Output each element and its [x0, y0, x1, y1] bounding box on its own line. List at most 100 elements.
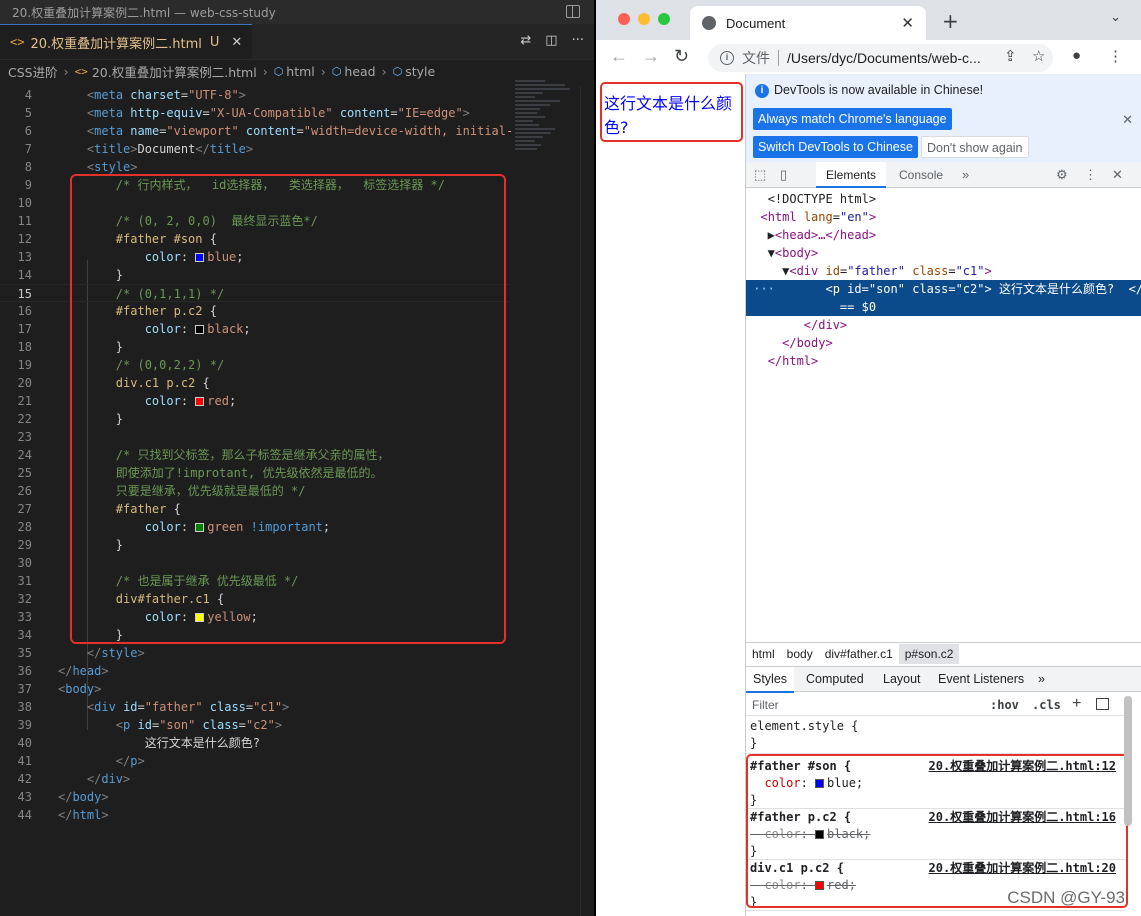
- rule-value[interactable]: red;: [827, 878, 856, 892]
- tab-console[interactable]: Console: [899, 162, 943, 188]
- crumb-p[interactable]: p#son.c2: [898, 643, 960, 664]
- close-tab-icon[interactable]: ✕: [901, 14, 914, 32]
- more-tabs-icon[interactable]: »: [962, 167, 969, 182]
- editor-tab-label: 20.权重叠加计算案例二.html: [30, 36, 202, 52]
- dom-tree[interactable]: <!DOCTYPE html> <html lang="en"> ▶<head>…: [746, 190, 1141, 640]
- color-swatch[interactable]: [195, 325, 205, 334]
- rule-source-link[interactable]: 20.权重叠加计算案例二.html:12: [929, 758, 1116, 775]
- code-line: 14 }: [17, 268, 124, 282]
- dom-node[interactable]: ▶<head>…</head>: [746, 226, 1141, 244]
- styles-scrollbar[interactable]: [1124, 696, 1132, 826]
- style-rule[interactable]: #father p.c2 {20.权重叠加计算案例二.html:16 color…: [746, 809, 1126, 860]
- more-options-icon[interactable]: ⋮: [1084, 167, 1097, 183]
- breadcrumb-style[interactable]: style: [405, 64, 435, 79]
- rule-value[interactable]: blue;: [827, 776, 863, 790]
- dom-node[interactable]: </html>: [746, 352, 1141, 370]
- more-tabs-icon[interactable]: »: [1038, 667, 1045, 691]
- inspect-element-icon[interactable]: ⬚: [754, 167, 766, 183]
- crumb-html[interactable]: html: [746, 647, 781, 661]
- dom-node[interactable]: <html lang="en">: [746, 208, 1141, 226]
- filter-input[interactable]: Filter: [752, 698, 779, 712]
- dom-node[interactable]: </div>: [746, 316, 1141, 334]
- more-actions-icon[interactable]: ···: [572, 33, 584, 48]
- color-swatch[interactable]: [195, 613, 205, 622]
- dom-node[interactable]: ▼<body>: [746, 244, 1141, 262]
- breadcrumb-html[interactable]: html: [286, 64, 314, 79]
- address-bar[interactable]: i 文件 /Users/dyc/Documents/web-c...: [708, 44, 1053, 72]
- editor-tabbar: <> 20.权重叠加计算案例二.html U ✕ ⇄ ◫ ···: [0, 24, 594, 60]
- tab-computed[interactable]: Computed: [806, 667, 864, 691]
- code-line: 41 </p>: [17, 754, 145, 768]
- color-swatch[interactable]: [815, 830, 825, 839]
- vscode-titlebar: 20.权重叠加计算案例二.html — web-css-study: [0, 0, 594, 24]
- chevron-down-icon[interactable]: ⌄: [1110, 10, 1121, 25]
- breadcrumb-folder[interactable]: CSS进阶: [8, 62, 58, 81]
- split-editor-icon[interactable]: ◫: [545, 33, 557, 48]
- minimap[interactable]: [515, 80, 575, 170]
- crumb-body[interactable]: body: [781, 647, 819, 661]
- code-line: 11 /* (0, 2, 0,0) 最终显示蓝色*/: [17, 214, 318, 228]
- editor-tab[interactable]: <> 20.权重叠加计算案例二.html U ✕: [0, 24, 253, 59]
- code-line: 22 }: [17, 412, 124, 426]
- switch-language-button[interactable]: Switch DevTools to Chinese: [753, 136, 918, 158]
- back-icon[interactable]: ←: [610, 46, 628, 67]
- code-editor[interactable]: 4 <meta charset="UTF-8"> 5 <meta http-eq…: [0, 86, 594, 916]
- element-style-rule[interactable]: element.style { }: [746, 718, 1126, 754]
- color-swatch[interactable]: [815, 881, 825, 890]
- tab-event-listeners[interactable]: Event Listeners: [938, 667, 1024, 691]
- reload-icon[interactable]: ↻: [674, 46, 689, 67]
- hov-toggle[interactable]: :hov: [990, 698, 1019, 712]
- layout-toggle-icon[interactable]: [566, 5, 580, 18]
- tab-layout[interactable]: Layout: [883, 667, 921, 691]
- settings-gear-icon[interactable]: ⚙: [1056, 167, 1068, 183]
- share-icon[interactable]: ⇪: [1004, 47, 1017, 65]
- rule-property[interactable]: color: [764, 776, 800, 790]
- color-swatch[interactable]: [815, 779, 825, 788]
- chrome-menu-icon[interactable]: ⋮: [1108, 47, 1123, 65]
- color-swatch[interactable]: [195, 253, 205, 262]
- rule-source-link[interactable]: 20.权重叠加计算案例二.html:16: [929, 809, 1116, 826]
- rule-property[interactable]: color: [764, 827, 800, 841]
- element-cube-icon: ⬡: [331, 64, 342, 78]
- new-tab-icon[interactable]: +: [942, 9, 959, 33]
- tab-elements[interactable]: Elements: [816, 162, 887, 188]
- rule-value[interactable]: black;: [827, 827, 870, 841]
- cls-toggle[interactable]: .cls: [1032, 698, 1061, 712]
- dom-node[interactable]: </body>: [746, 334, 1141, 352]
- new-rule-icon[interactable]: +: [1072, 695, 1081, 713]
- color-swatch[interactable]: [195, 523, 205, 532]
- code-line: 33 color: yellow;: [17, 610, 258, 624]
- element-cube-icon: ⬡: [392, 64, 403, 78]
- dom-node[interactable]: <!DOCTYPE html>: [746, 190, 1141, 208]
- browser-tab[interactable]: Document ✕: [690, 6, 926, 40]
- color-swatch[interactable]: [195, 397, 205, 406]
- forward-icon[interactable]: →: [642, 46, 660, 67]
- sidebar-toggle-icon[interactable]: [1096, 698, 1109, 710]
- breadcrumb-file[interactable]: 20.权重叠加计算案例二.html: [92, 62, 257, 81]
- dom-node[interactable]: ▼<div id="father" class="c1">: [746, 262, 1141, 280]
- dont-show-again-button[interactable]: Don't show again: [921, 136, 1029, 158]
- dom-node-selected[interactable]: ··· <p id="son" class="c2"> 这行文本是什么颜色? <…: [746, 280, 1141, 316]
- style-rule[interactable]: #father #son {20.权重叠加计算案例二.html:12 color…: [746, 758, 1126, 809]
- minimize-window-button[interactable]: [638, 13, 650, 25]
- info-icon[interactable]: i: [720, 51, 734, 65]
- match-language-button[interactable]: Always match Chrome's language: [753, 108, 952, 130]
- rule-property[interactable]: color: [764, 878, 800, 892]
- editor-scrollbar[interactable]: [580, 86, 594, 916]
- close-tab-icon[interactable]: ✕: [231, 35, 242, 50]
- profile-icon[interactable]: ●: [1072, 47, 1081, 64]
- close-window-button[interactable]: [618, 13, 630, 25]
- bookmark-star-icon[interactable]: ☆: [1032, 47, 1045, 65]
- rule-source-link[interactable]: 20.权重叠加计算案例二.html:20: [929, 860, 1116, 877]
- breadcrumb-head[interactable]: head: [344, 64, 375, 79]
- close-icon[interactable]: ✕: [1122, 112, 1133, 128]
- tab-styles[interactable]: Styles: [746, 667, 795, 693]
- close-devtools-icon[interactable]: ✕: [1112, 167, 1123, 183]
- styles-filter[interactable]: Filter :hov .cls +: [746, 694, 1126, 716]
- crumb-div[interactable]: div#father.c1: [819, 647, 899, 661]
- maximize-window-button[interactable]: [658, 13, 670, 25]
- compare-changes-icon[interactable]: ⇄: [520, 33, 531, 48]
- code-line: 44 </html>: [17, 808, 109, 822]
- code-line: 38 <div id="father" class="c1">: [17, 700, 290, 714]
- device-toolbar-icon[interactable]: ▯: [780, 167, 787, 183]
